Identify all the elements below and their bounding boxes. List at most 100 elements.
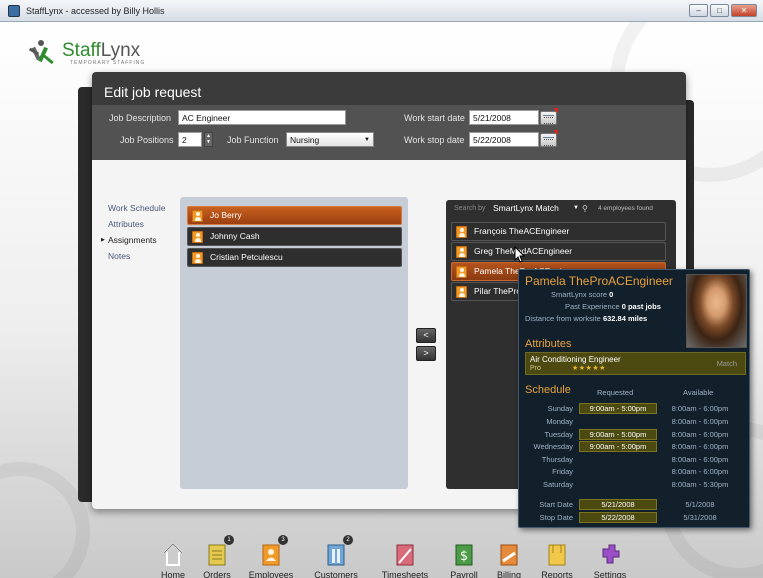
start-date-label: Start Date — [539, 500, 573, 509]
work-stop-input[interactable]: 5/22/2008 — [469, 132, 539, 147]
attribute-row: Air Conditioning Engineer Pro ★★★★★ Matc… — [525, 352, 746, 375]
candidate-row-greg[interactable]: Greg TheMedACEngineer — [451, 242, 666, 261]
job-description-input[interactable]: AC Engineer — [178, 110, 346, 125]
window-title: StaffLynx - accessed by Billy Hollis — [26, 5, 165, 16]
employees-icon: 3 — [260, 535, 288, 567]
move-left-button[interactable]: < — [416, 328, 436, 343]
candidate-detail-popup: Pamela TheProACEngineer SmartLynx score … — [518, 269, 750, 528]
job-positions-spinner[interactable]: ▲ ▼ — [204, 132, 213, 147]
past-experience: Past Experience 0 past jobs — [565, 302, 661, 311]
toolbar-customers[interactable]: 2 Customers — [312, 535, 360, 578]
toolbar-employees[interactable]: 3 Employees — [247, 535, 295, 578]
job-function-value: Nursing — [290, 135, 320, 145]
nav-attributes[interactable]: Attributes — [108, 216, 178, 232]
requested-column-header: Requested — [597, 388, 634, 397]
toolbar-payroll[interactable]: $ Payroll — [440, 541, 488, 578]
background-swirl — [0, 462, 90, 578]
window-controls: – □ ✕ — [689, 4, 757, 17]
work-start-input[interactable]: 5/21/2008 — [469, 110, 539, 125]
person-icon — [456, 246, 467, 258]
search-mode-select[interactable]: SmartLynx Match — [493, 200, 559, 217]
employees-badge: 3 — [278, 535, 288, 545]
experience-value: 0 past jobs — [621, 302, 661, 311]
distance-value: 632.84 miles — [602, 314, 648, 323]
job-function-label: Job Function — [227, 135, 279, 145]
person-icon — [456, 286, 467, 298]
nav-work-schedule[interactable]: Work Schedule — [108, 200, 178, 216]
calendar-icon[interactable] — [540, 111, 557, 125]
toolbar-label: Employees — [248, 570, 294, 578]
calendar-icon[interactable] — [540, 133, 557, 147]
svg-text:$: $ — [460, 549, 468, 564]
assigned-name: Cristian Petculescu — [210, 252, 283, 262]
window-titlebar: StaffLynx - accessed by Billy Hollis – □… — [0, 0, 763, 22]
minimize-button[interactable]: – — [689, 4, 708, 17]
logo-name-lynx: Lynx — [100, 40, 141, 61]
toolbar-settings[interactable]: Settings — [586, 541, 634, 578]
billing-icon — [498, 541, 520, 567]
available-slot: 8:00am - 6:00pm — [671, 430, 729, 439]
assigned-row-cristian-petculescu[interactable]: Cristian Petculescu — [187, 248, 402, 267]
schedule-day: Saturday — [542, 480, 573, 489]
chevron-down-icon: ▼ — [364, 137, 370, 143]
job-positions-input[interactable]: 2 — [178, 132, 202, 147]
work-stop-label: Work stop date — [404, 135, 465, 145]
mouse-cursor-icon — [514, 246, 526, 263]
person-icon — [192, 252, 203, 264]
toolbar-billing[interactable]: Billing — [485, 541, 533, 578]
nav-notes[interactable]: Notes — [108, 248, 178, 264]
work-start-label: Work start date — [404, 113, 465, 123]
available-slot: 8:00am - 6:00pm — [671, 417, 729, 426]
attribute-level: Pro — [530, 365, 541, 372]
assigned-name: Jo Berry — [210, 210, 242, 220]
orders-icon: 1 — [206, 535, 234, 567]
home-icon — [162, 541, 184, 567]
person-icon — [192, 210, 203, 222]
required-marker-icon — [553, 130, 558, 135]
toolbar-home[interactable]: Home — [149, 541, 197, 578]
results-count: 4 employees found — [598, 205, 653, 212]
experience-label: Past Experience — [565, 302, 620, 311]
customers-icon: 2 — [325, 535, 353, 567]
search-icon[interactable]: ⚲ — [582, 200, 588, 217]
person-icon — [456, 226, 467, 238]
close-button[interactable]: ✕ — [731, 4, 757, 17]
job-description-label: Job Description — [109, 113, 172, 123]
smartlynx-score: SmartLynx score 0 — [551, 290, 613, 299]
nav-assignments[interactable]: Assignments — [101, 232, 178, 248]
person-icon — [192, 231, 203, 243]
payroll-icon: $ — [453, 541, 475, 567]
available-column-header: Available — [683, 388, 714, 397]
schedule-day: Monday — [546, 417, 573, 426]
toolbar-label: Billing — [496, 570, 521, 578]
logo-figure-icon — [28, 39, 56, 67]
score-value: 0 — [609, 290, 614, 299]
toolbar-orders[interactable]: 1 Orders — [193, 535, 241, 578]
logo-name-staff: Staff — [62, 40, 101, 61]
candidate-row-francois[interactable]: François TheACEngineer — [451, 222, 666, 241]
timesheets-icon — [394, 541, 416, 567]
score-label: SmartLynx score — [551, 290, 607, 299]
search-bar: Search by SmartLynx Match ▼ ⚲ 4 employee… — [446, 200, 676, 217]
job-form: Job Description AC Engineer Job Position… — [92, 105, 686, 160]
assigned-row-johnny-cash[interactable]: Johnny Cash — [187, 227, 402, 246]
toolbar-timesheets[interactable]: Timesheets — [381, 541, 429, 578]
person-icon — [456, 266, 467, 278]
assigned-employees-list: Jo Berry Johnny Cash Cristian Petculescu — [180, 197, 408, 489]
maximize-button[interactable]: □ — [710, 4, 729, 17]
toolbar-reports[interactable]: Reports — [533, 541, 581, 578]
chevron-down-icon[interactable]: ▼ — [573, 200, 579, 217]
dialog-title: Edit job request — [104, 84, 202, 100]
attribute-match: Match — [716, 359, 737, 368]
candidate-name: François TheACEngineer — [474, 226, 570, 236]
job-function-select[interactable]: Nursing ▼ — [286, 132, 374, 147]
toolbar-label: Timesheets — [381, 570, 429, 578]
requested-slot: 9:00am - 5:00pm — [579, 403, 657, 414]
move-right-button[interactable]: > — [416, 346, 436, 361]
start-date-available: 5/1/2008 — [685, 500, 715, 509]
attributes-heading: Attributes — [525, 338, 572, 350]
stop-date-label: Stop Date — [539, 513, 573, 522]
assigned-row-jo-berry[interactable]: Jo Berry — [187, 206, 402, 225]
section-nav: Work Schedule Attributes Assignments Not… — [101, 200, 178, 264]
candidate-photo — [686, 274, 747, 348]
